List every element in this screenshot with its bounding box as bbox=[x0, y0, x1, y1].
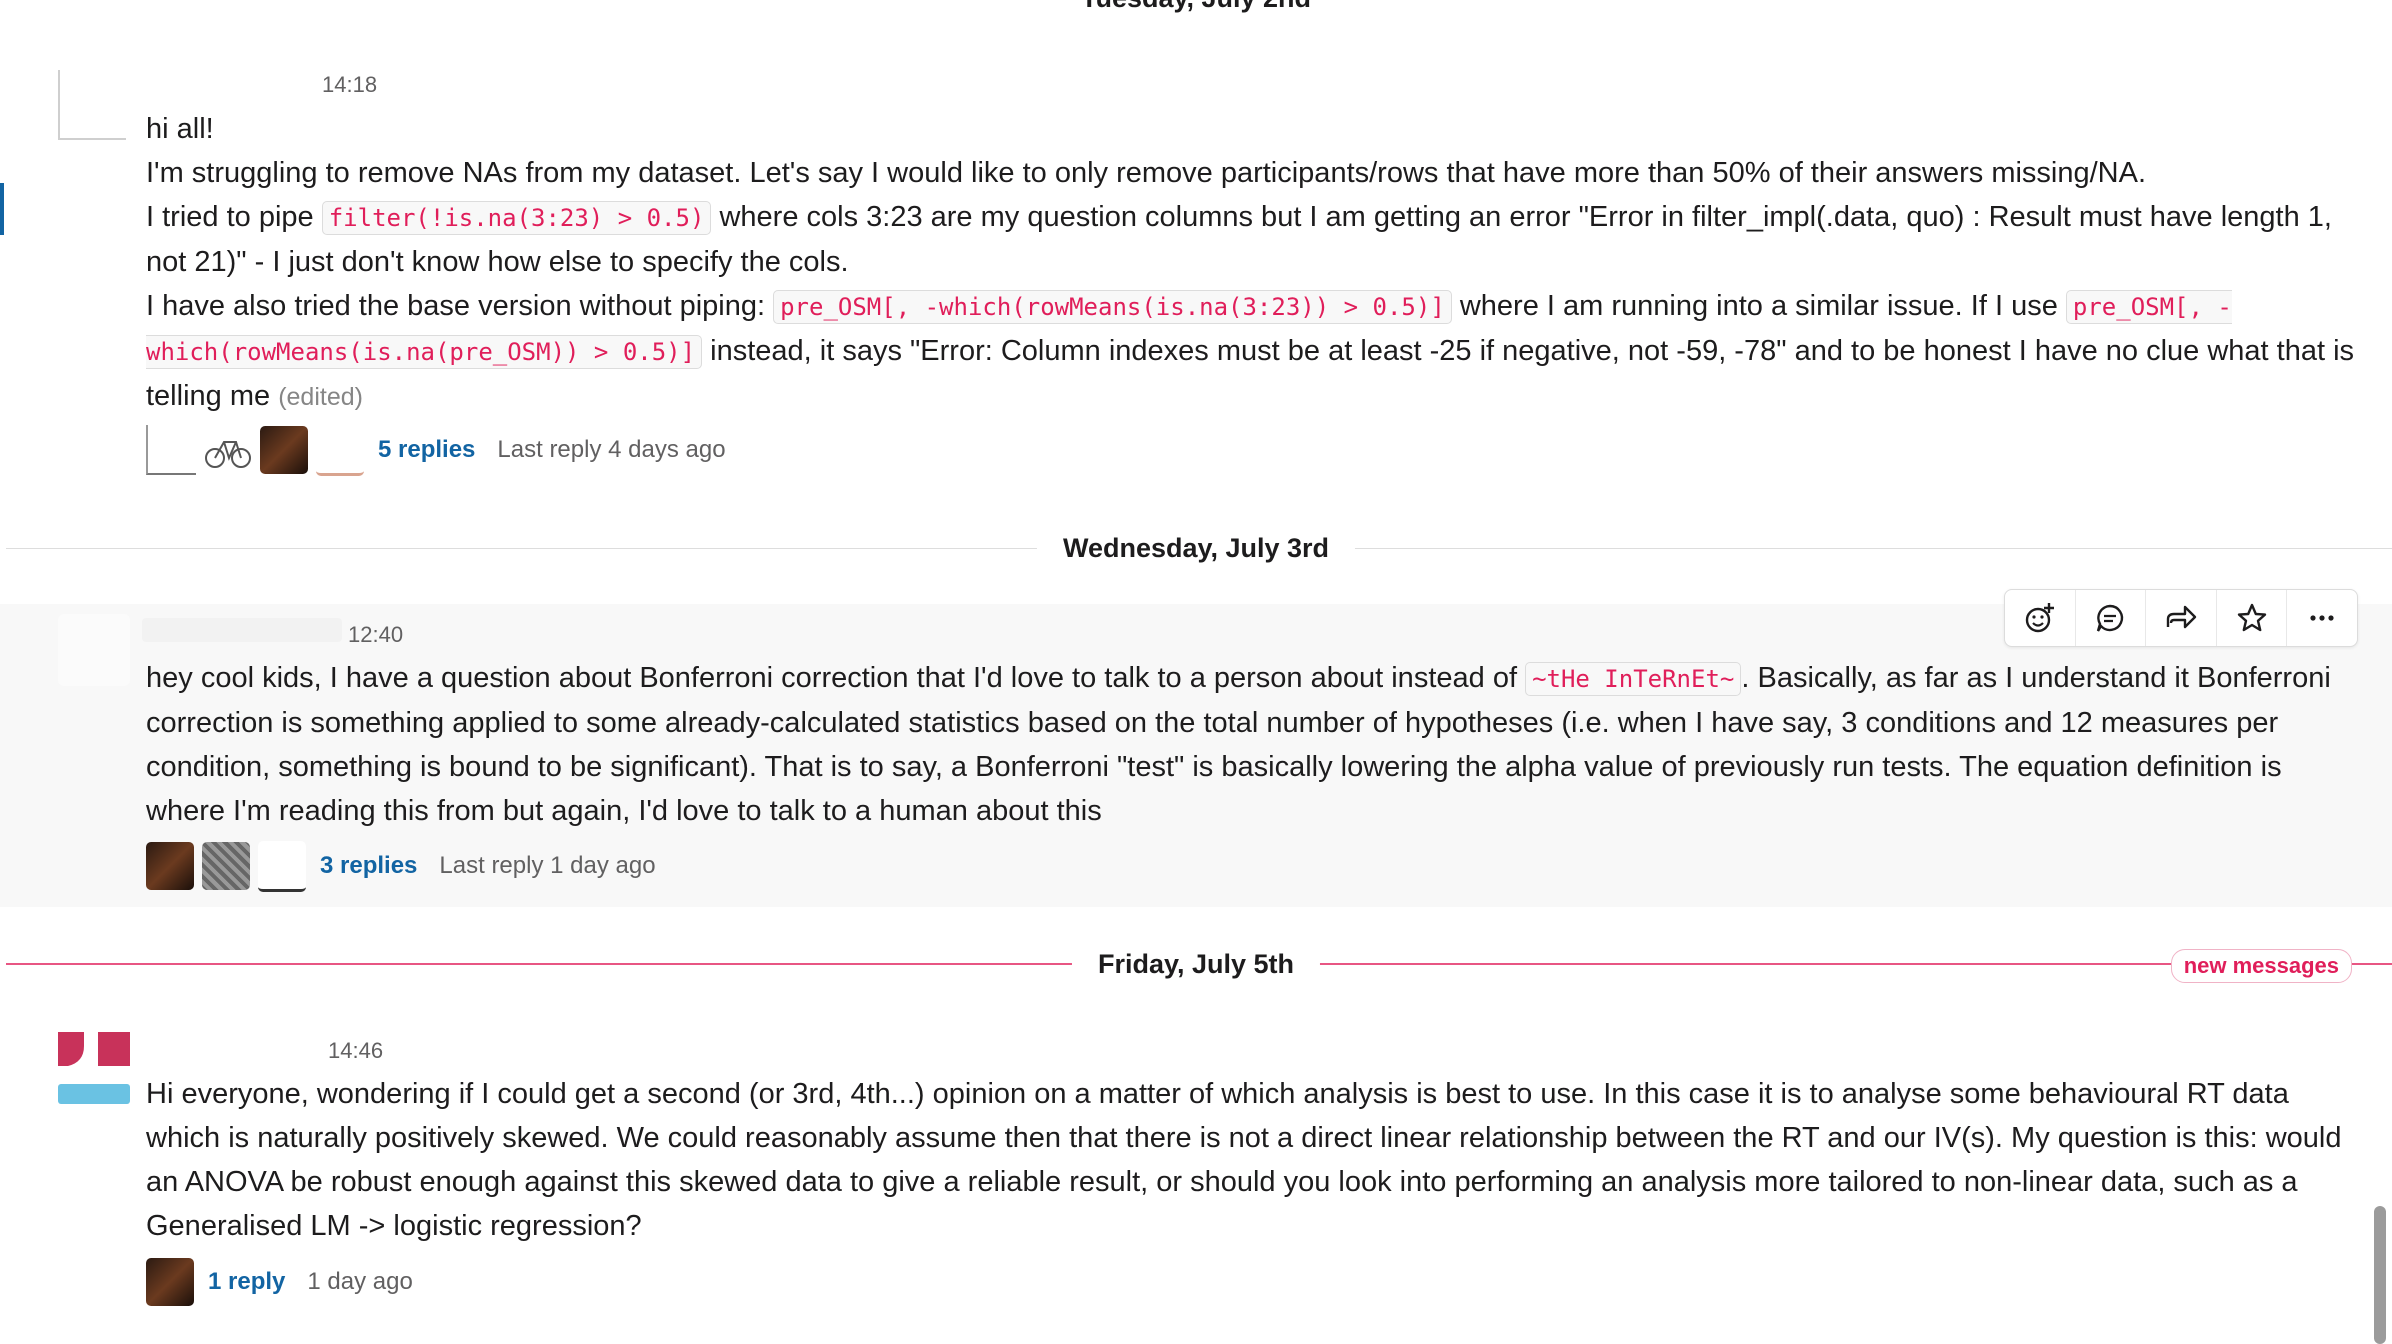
reply-avatar-pattern bbox=[202, 842, 250, 890]
thread-summary[interactable]: 1 reply 1 day ago bbox=[146, 1257, 413, 1307]
text-segment: where I am running into a similar issue.… bbox=[1451, 290, 2066, 322]
message-line: hey cool kids, I have a question about B… bbox=[146, 656, 2356, 833]
replies-link[interactable]: 5 replies bbox=[378, 436, 475, 464]
reply-avatar-photo bbox=[260, 426, 308, 474]
timestamp[interactable]: 12:40 bbox=[348, 622, 403, 648]
reply-avatar bbox=[258, 840, 306, 892]
text-segment: I tried to pipe bbox=[146, 201, 322, 233]
reply-avatar-photo bbox=[146, 842, 194, 890]
avatar[interactable] bbox=[58, 614, 130, 686]
text-segment: hey cool kids, I have a question about B… bbox=[146, 662, 1526, 694]
message-body: Hi everyone, wondering if I could get a … bbox=[146, 1072, 2356, 1248]
avatar[interactable] bbox=[58, 70, 126, 140]
last-reply-text: Last reply 4 days ago bbox=[497, 436, 726, 463]
day-divider-tuesday: Tuesday, July 2nd bbox=[0, 0, 2392, 22]
message-line: I have also tried the base version witho… bbox=[146, 284, 2356, 419]
inline-code: pre_OSM[, -which(rowMeans(is.na(3:23)) >… bbox=[773, 290, 1452, 324]
thread-summary[interactable]: 3 replies Last reply 1 day ago bbox=[146, 840, 656, 892]
reply-avatar-photo bbox=[146, 1258, 194, 1306]
message-line: Hi everyone, wondering if I could get a … bbox=[146, 1078, 2342, 1242]
day-divider-friday: Friday, July 5th new messages bbox=[0, 940, 2392, 988]
text-segment: I have also tried the base version witho… bbox=[146, 290, 774, 322]
new-messages-badge: new messages bbox=[2170, 949, 2352, 983]
replies-link[interactable]: 1 reply bbox=[208, 1268, 285, 1296]
day-label[interactable]: Friday, July 5th bbox=[1071, 940, 1321, 988]
day-label[interactable]: Tuesday, July 2nd bbox=[1054, 0, 1338, 22]
inline-code: ~tHe InTeRnEt~ bbox=[1525, 662, 1742, 696]
timestamp[interactable]: 14:46 bbox=[328, 1038, 383, 1064]
message-2[interactable]: 12:40 hey cool kids, I have a question a… bbox=[0, 604, 2392, 907]
message-line: I'm struggling to remove NAs from my dat… bbox=[146, 157, 2147, 189]
day-divider-wednesday: Wednesday, July 3rd bbox=[0, 524, 2392, 572]
message-1[interactable]: 14:18 hi all! I'm struggling to remove N… bbox=[0, 58, 2392, 478]
message-3[interactable]: 14:46 Hi everyone, wondering if I could … bbox=[0, 1012, 2392, 1342]
more-actions-icon[interactable] bbox=[2287, 590, 2357, 646]
last-reply-text: Last reply 1 day ago bbox=[439, 852, 656, 879]
add-reaction-icon[interactable] bbox=[2005, 590, 2076, 646]
username[interactable] bbox=[146, 74, 296, 98]
message-actions-toolbar bbox=[2004, 589, 2358, 647]
last-reply-text: 1 day ago bbox=[307, 1268, 413, 1295]
save-star-icon[interactable] bbox=[2217, 590, 2288, 646]
day-label[interactable]: Wednesday, July 3rd bbox=[1036, 524, 1356, 572]
replies-link[interactable]: 3 replies bbox=[320, 852, 417, 880]
edited-label: (edited) bbox=[278, 383, 363, 411]
username[interactable] bbox=[142, 618, 342, 642]
reply-avatar bbox=[316, 424, 364, 476]
thread-summary[interactable]: 5 replies Last reply 4 days ago bbox=[146, 424, 726, 476]
reply-avatar bbox=[146, 425, 196, 475]
avatar[interactable] bbox=[58, 1032, 130, 1104]
share-message-icon[interactable] bbox=[2146, 590, 2217, 646]
scrollbar-thumb[interactable] bbox=[2374, 1206, 2386, 1344]
message-line: I tried to pipe filter(!is.na(3:23) > 0.… bbox=[146, 195, 2356, 284]
message-body: hi all! I'm struggling to remove NAs fro… bbox=[146, 107, 2356, 419]
username[interactable] bbox=[146, 1038, 316, 1062]
message-body: hey cool kids, I have a question about B… bbox=[146, 656, 2356, 833]
timestamp[interactable]: 14:18 bbox=[322, 72, 377, 98]
reply-avatar-bicycle bbox=[204, 426, 252, 474]
inline-code: filter(!is.na(3:23) > 0.5) bbox=[321, 201, 712, 235]
message-line: hi all! bbox=[146, 113, 214, 145]
reply-in-thread-icon[interactable] bbox=[2076, 590, 2147, 646]
